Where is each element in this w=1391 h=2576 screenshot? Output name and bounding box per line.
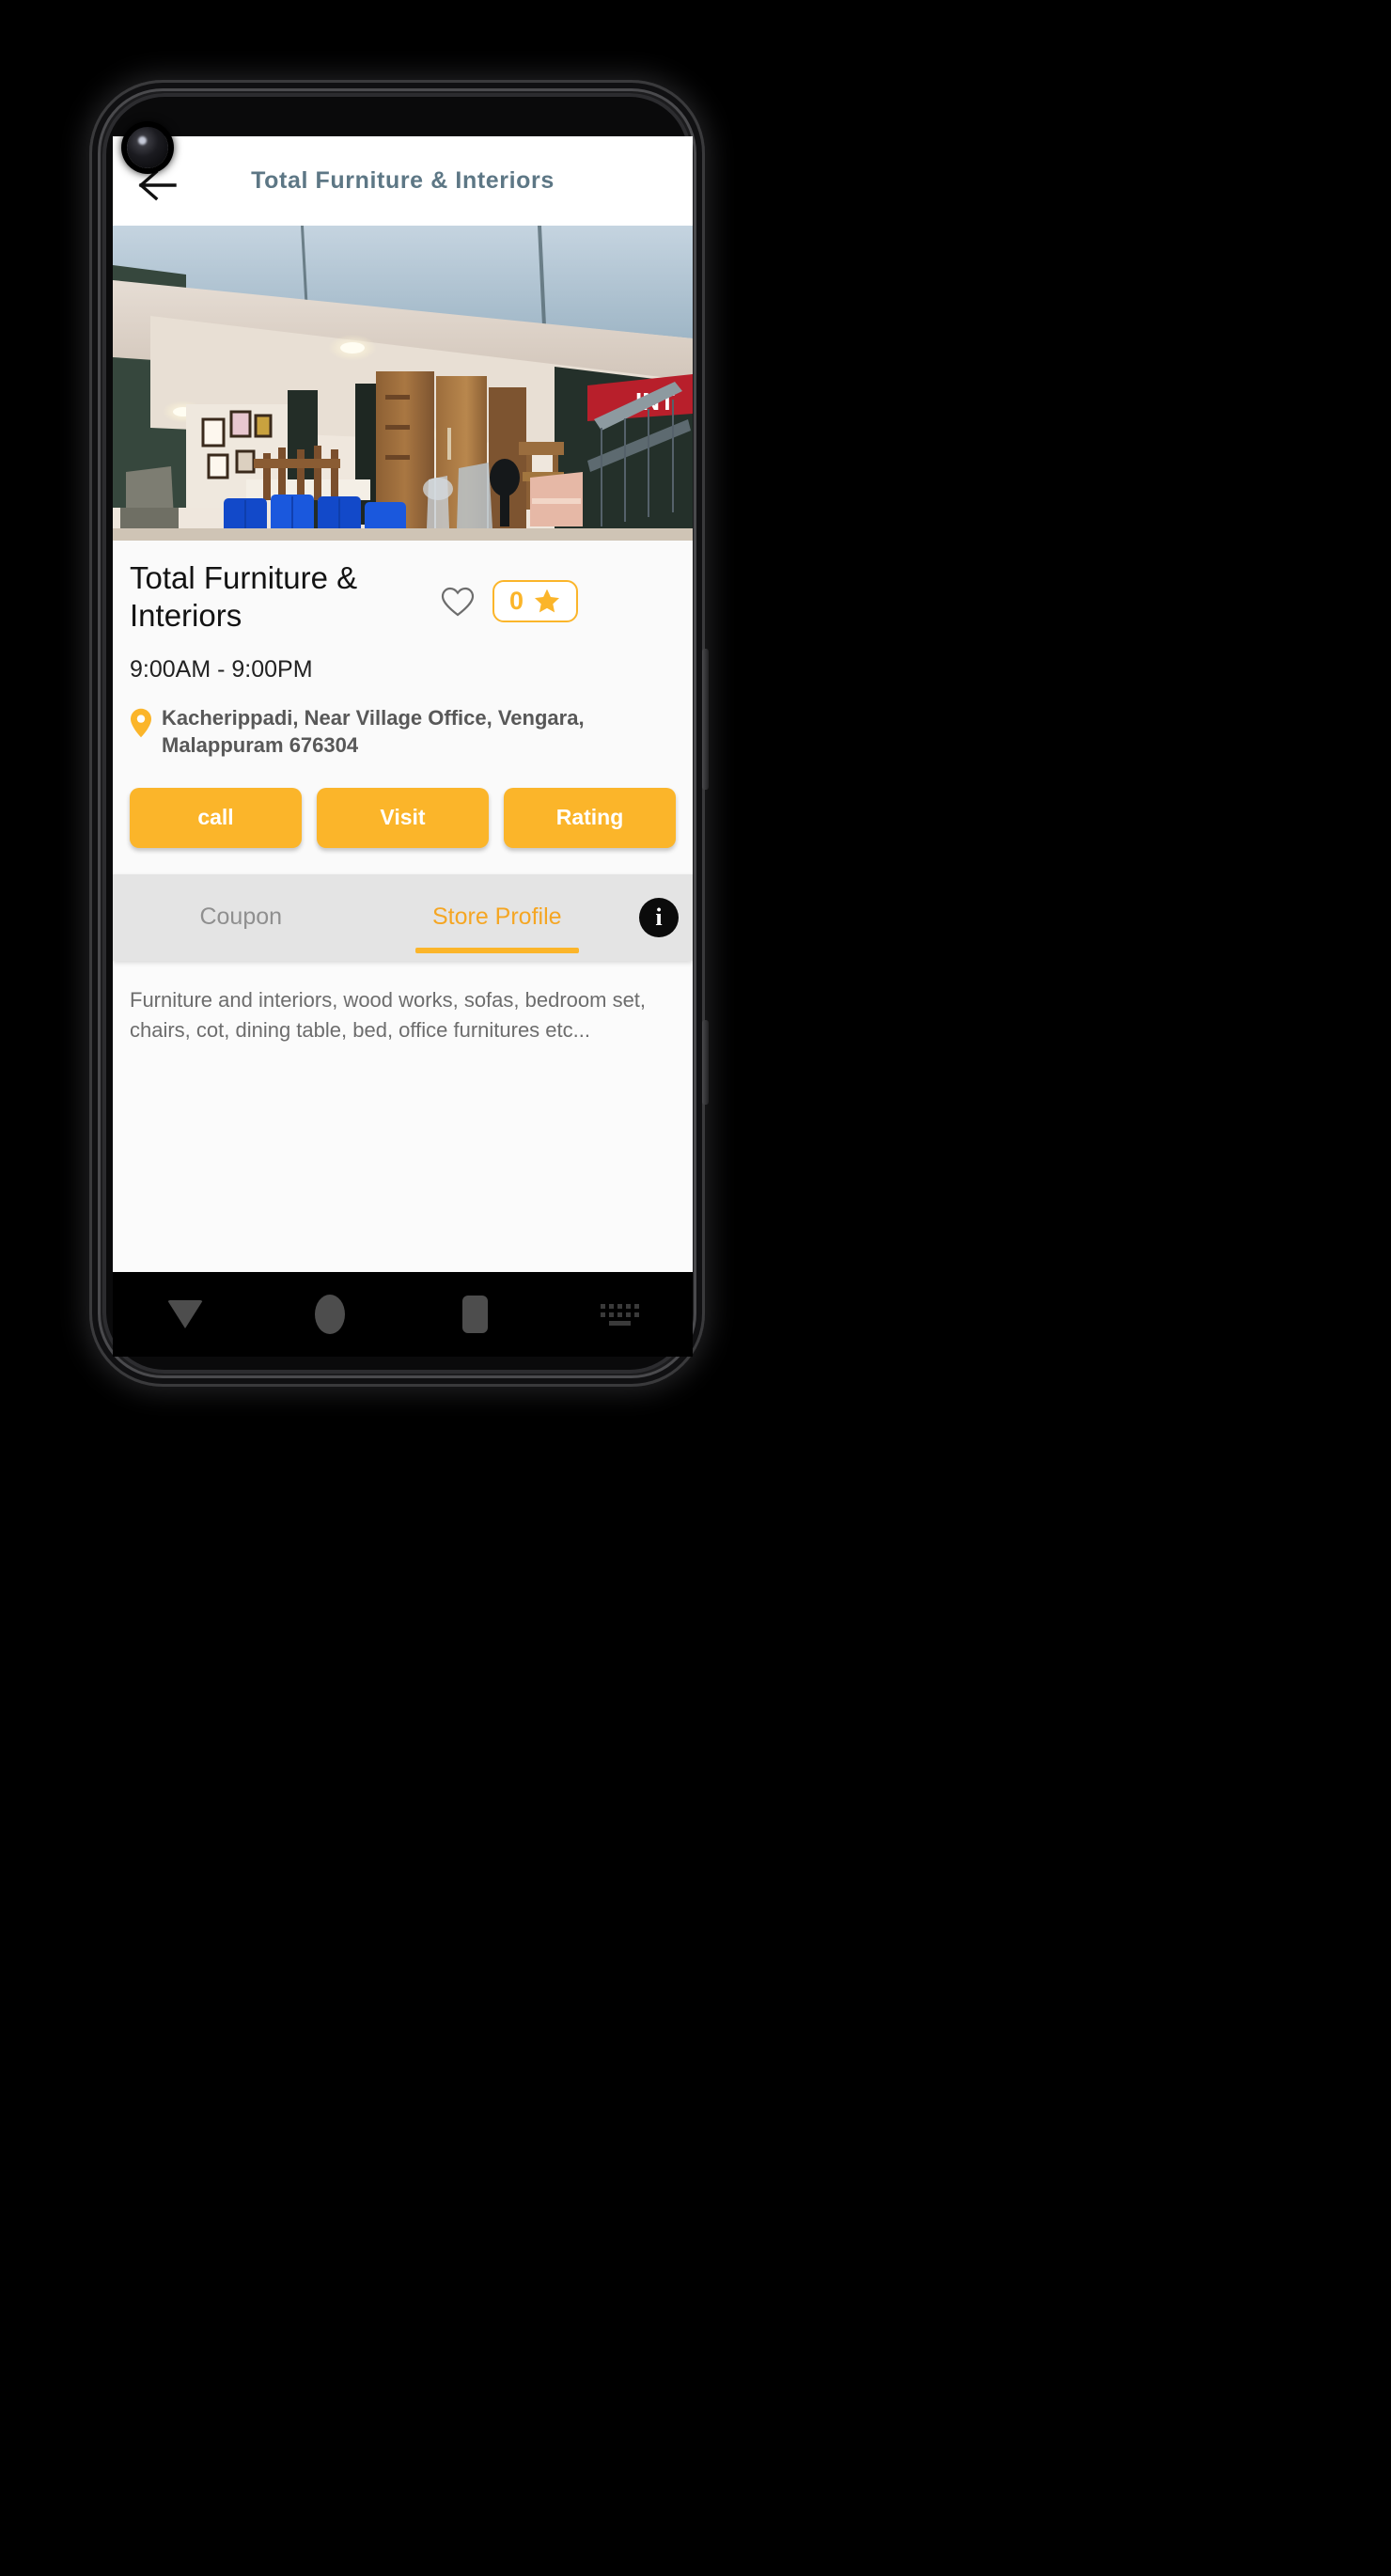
call-button[interactable]: call [130, 787, 302, 848]
store-hours: 9:00AM - 9:00PM [130, 655, 313, 683]
rating-value: 0 [509, 587, 524, 615]
store-hero-image[interactable]: INT [113, 226, 693, 541]
store-title-row: Total Furniture & Interiors 0 [130, 559, 676, 636]
rating-button[interactable]: Rating [504, 787, 676, 848]
rating-badge[interactable]: 0 [492, 580, 579, 622]
heart-outline-icon [441, 587, 475, 616]
favorite-button[interactable] [440, 586, 476, 618]
nav-home-button[interactable] [258, 1295, 402, 1334]
power-button[interactable] [702, 1020, 709, 1105]
info-button[interactable]: i [625, 874, 693, 961]
circle-home-icon [315, 1295, 346, 1334]
tab-store-profile[interactable]: Store Profile [369, 874, 626, 961]
visit-button[interactable]: Visit [317, 787, 489, 848]
nav-back-button[interactable] [113, 1300, 258, 1328]
store-photo-illustration: INT [113, 226, 693, 541]
store-info-card: Total Furniture & Interiors 0 9:00AM - 9… [113, 541, 693, 874]
action-button-row: call Visit Rating [130, 787, 676, 874]
map-pin-icon [131, 708, 151, 737]
square-recents-icon [462, 1296, 489, 1333]
app-bar: Total Furniture & Interiors [113, 136, 693, 226]
store-description: Furniture and interiors, wood works, sof… [130, 987, 647, 1042]
star-filled-icon [535, 589, 560, 613]
store-profile-pane: Furniture and interiors, wood works, sof… [113, 960, 693, 1271]
phone-screen: Total Furniture & Interiors Total Furnit… [113, 136, 693, 1272]
store-address: Kacherippadi, Near Village Office, Venga… [162, 705, 585, 758]
back-button[interactable] [136, 168, 180, 202]
screenshot-root: Total Furniture & Interiors Total Furnit… [0, 0, 1391, 2576]
nav-recents-button[interactable] [403, 1296, 548, 1333]
info-icon: i [639, 897, 679, 937]
page-title: Total Furniture & Interiors [251, 167, 555, 194]
tab-coupon[interactable]: Coupon [113, 874, 369, 961]
arrow-left-icon [138, 169, 177, 201]
android-navigation-bar [113, 1272, 693, 1357]
front-camera-punchhole [127, 127, 168, 168]
triangle-back-icon [167, 1300, 204, 1328]
nav-keyboard-button[interactable] [548, 1303, 693, 1326]
store-name: Total Furniture & Interiors [130, 560, 358, 634]
tab-bar: Coupon Store Profile i [113, 873, 693, 961]
store-address-row[interactable]: Kacherippadi, Near Village Office, Venga… [130, 704, 676, 760]
volume-button[interactable] [702, 649, 709, 790]
store-title-actions: 0 [440, 559, 579, 622]
keyboard-icon [601, 1303, 640, 1326]
